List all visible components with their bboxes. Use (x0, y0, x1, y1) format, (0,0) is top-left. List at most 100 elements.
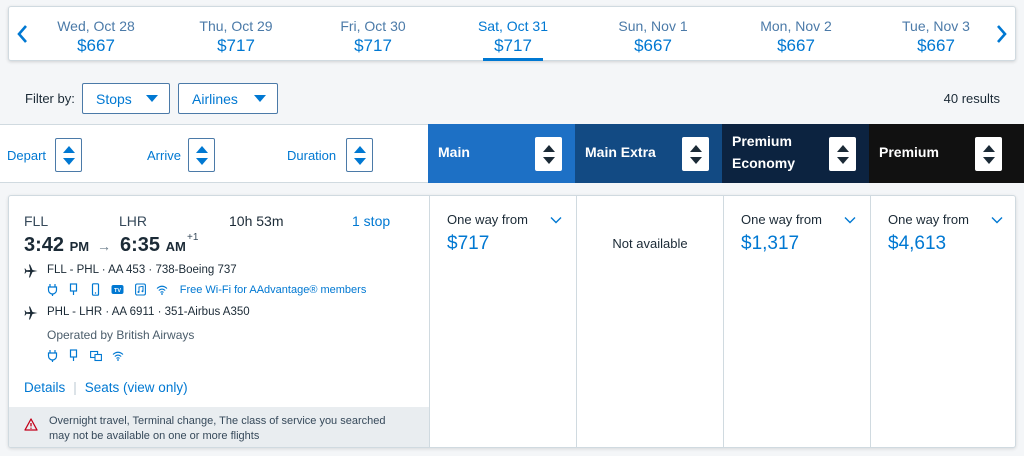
sort-up-icon (983, 145, 995, 152)
cabin-header-main: Main (428, 124, 575, 183)
arrow-right-icon: → (97, 238, 111, 254)
arrive-time-value: 6:35 (120, 234, 161, 256)
usb-port-icon (68, 349, 79, 362)
date-label: Thu, Oct 29 (199, 18, 273, 34)
cabin-header-main-extra: Main Extra (575, 124, 722, 183)
fare-price: $1,317 (741, 233, 800, 254)
airplane-icon (24, 264, 38, 278)
date-option-oct-30[interactable]: Fri, Oct 30 $717 (313, 7, 433, 62)
segment-1-amenities: TV Free Wi-Fi for AAdvantage® members (47, 281, 367, 297)
warning-icon (24, 418, 38, 431)
sort-premium-economy-stepper[interactable] (829, 137, 856, 171)
date-option-oct-29[interactable]: Thu, Oct 29 $717 (176, 7, 296, 62)
cabin-header-premium-economy: Premium Economy (722, 124, 869, 183)
date-option-oct-31-selected[interactable]: Sat, Oct 31 $717 (453, 7, 573, 62)
details-link[interactable]: Details (24, 380, 65, 395)
sort-up-icon (63, 146, 75, 153)
sort-down-icon (690, 157, 702, 164)
fare-premium[interactable]: One way from $4,613 (870, 196, 1015, 447)
date-option-nov-2[interactable]: Mon, Nov 2 $667 (736, 7, 856, 62)
sort-arrive-stepper[interactable] (188, 138, 215, 172)
sort-up-icon (196, 146, 208, 153)
sort-up-icon (543, 145, 555, 152)
sort-down-icon (983, 157, 995, 164)
previous-dates-chevron-left-icon[interactable] (11, 21, 35, 47)
date-carousel: Wed, Oct 28 $667 Thu, Oct 29 $717 Fri, O… (8, 6, 1016, 61)
sort-duration-stepper[interactable] (346, 138, 373, 172)
airlines-filter-label: Airlines (192, 91, 238, 107)
date-price: $717 (354, 36, 392, 55)
filter-by-label: Filter by: (25, 91, 75, 106)
depart-ampm: PM (69, 239, 90, 254)
date-price: $667 (77, 36, 115, 55)
date-option-nov-3[interactable]: Tue, Nov 3 $667 (876, 7, 996, 62)
date-label: Fri, Oct 30 (340, 18, 406, 34)
sort-controls: Depart Arrive Duration (0, 124, 428, 183)
fare-price: $717 (447, 233, 490, 254)
free-wifi-link[interactable]: Free Wi-Fi for AAdvantage® members (180, 284, 367, 296)
results-count: 40 results (943, 91, 1000, 106)
cabin-name: Premium Economy (732, 133, 796, 171)
arrive-ampm: AM (165, 239, 186, 254)
date-option-nov-1[interactable]: Sun, Nov 1 $667 (593, 7, 713, 62)
tv-entertainment-icon: TV (111, 283, 124, 296)
sort-main-stepper[interactable] (535, 137, 562, 171)
date-price: $667 (634, 36, 672, 55)
sort-up-icon (354, 146, 366, 153)
fare-main-extra: Not available (576, 196, 723, 447)
depart-time: 3:42 PM (24, 234, 89, 257)
flight-notice: Overnight travel, Terminal change, The c… (9, 407, 429, 447)
date-label: Tue, Nov 3 (902, 18, 970, 34)
svg-text:TV: TV (114, 288, 121, 294)
sort-arrive-label: Arrive (147, 148, 181, 163)
power-outlet-icon (47, 283, 58, 297)
airplane-icon (24, 306, 38, 320)
chevron-down-icon[interactable] (844, 216, 856, 224)
segment-2-route: PHL - LHR · AA 6911 · 351-Airbus A350 (47, 306, 250, 318)
chevron-down-icon[interactable] (550, 216, 562, 224)
sort-depart-stepper[interactable] (55, 138, 82, 172)
cabin-name: Main (438, 144, 470, 160)
fare-not-available: Not available (612, 236, 688, 251)
power-outlet-icon (47, 349, 58, 363)
personal-video-icon (89, 349, 102, 362)
sort-premium-stepper[interactable] (975, 137, 1002, 171)
chevron-down-icon[interactable] (991, 216, 1003, 224)
usb-port-icon (68, 283, 79, 296)
sort-header: Depart Arrive Duration Main Main Extra P… (0, 124, 1024, 183)
fare-price: $4,613 (888, 233, 947, 254)
seats-link[interactable]: Seats (view only) (85, 380, 188, 395)
date-label: Sun, Nov 1 (618, 18, 688, 34)
selected-date-indicator (483, 58, 543, 61)
day-offset: +1 (187, 232, 199, 243)
flight-result-card: FLL LHR 10h 53m 1 stop 3:42 PM → 6:35 AM… (8, 195, 1016, 448)
date-option-oct-28[interactable]: Wed, Oct 28 $667 (36, 7, 156, 62)
sort-down-icon (196, 158, 208, 165)
link-separator: | (73, 380, 77, 395)
cabin-header-premium: Premium (869, 124, 1024, 183)
sort-depart-label: Depart (7, 148, 47, 163)
sort-down-icon (837, 157, 849, 164)
sort-duration-label: Duration (287, 148, 337, 163)
sort-down-icon (354, 158, 366, 165)
stops-filter-dropdown[interactable]: Stops (82, 83, 170, 114)
date-price: $667 (917, 36, 955, 55)
stops-filter-label: Stops (96, 91, 132, 107)
depart-time-value: 3:42 (24, 234, 65, 256)
flight-links: Details | Seats (view only) (24, 380, 188, 395)
cabin-name: Main Extra (585, 144, 656, 160)
stops-link[interactable]: 1 stop (352, 213, 390, 229)
next-dates-chevron-right-icon[interactable] (989, 21, 1013, 47)
operated-by: Operated by British Airways (47, 328, 195, 342)
sort-up-icon (690, 145, 702, 152)
music-icon (134, 283, 146, 296)
date-label: Wed, Oct 28 (57, 18, 135, 34)
date-price: $717 (217, 36, 255, 55)
airlines-filter-dropdown[interactable]: Airlines (178, 83, 278, 114)
date-label: Mon, Nov 2 (760, 18, 832, 34)
origin-airport: FLL (24, 213, 49, 229)
fare-main[interactable]: One way from $717 (429, 196, 576, 447)
notice-text: Overnight travel, Terminal change, The c… (49, 415, 386, 442)
sort-main-extra-stepper[interactable] (682, 137, 709, 171)
fare-premium-economy[interactable]: One way from $1,317 (723, 196, 870, 447)
